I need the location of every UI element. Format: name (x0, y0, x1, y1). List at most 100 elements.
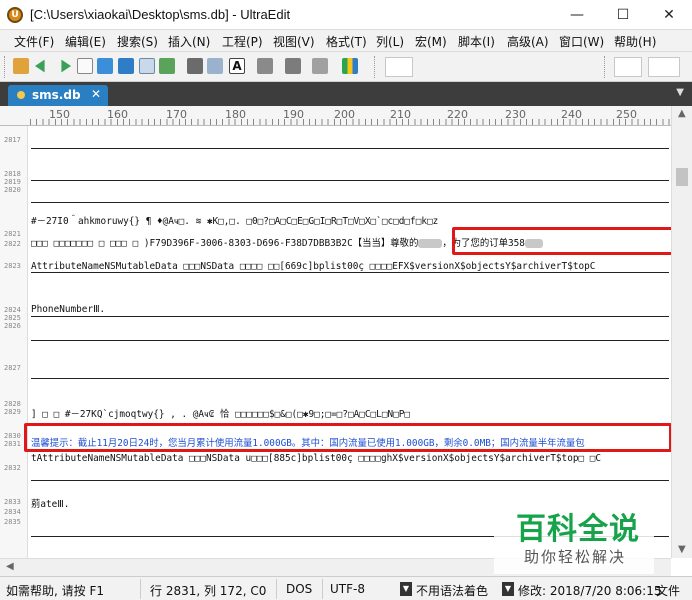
ruler-label: 240 (561, 108, 582, 121)
menu-help[interactable]: 帮助(H) (614, 33, 656, 50)
settings-icon[interactable] (312, 58, 328, 74)
content-line: #－27I0＾ahkmoruwy{} ¶ ♦@Aҹ□. ≋ ✱K□,□. □0□… (31, 216, 439, 227)
zoom-combo[interactable] (648, 57, 680, 77)
list-icon[interactable] (257, 58, 273, 74)
ruler-label: 220 (447, 108, 468, 121)
toolbar-grip-3[interactable] (604, 56, 608, 78)
maximize-button[interactable]: ☐ (600, 0, 646, 30)
line-number: 2822 (4, 240, 21, 248)
menu-file[interactable]: 文件(F) (14, 33, 54, 50)
line-number: 2825 (4, 314, 21, 322)
line-separator (31, 202, 669, 203)
content-line: tAttributeNameNSMutableData □□□NSData u□… (31, 453, 602, 464)
menu-script[interactable]: 脚本(I) (458, 33, 495, 50)
ruler-label: 250 (616, 108, 637, 121)
ultraedit-app-icon: U (7, 7, 23, 23)
status-line-ending[interactable]: DOS (286, 582, 312, 596)
menu-macro[interactable]: 宏(M) (415, 33, 447, 50)
vertical-scroll-thumb[interactable] (676, 168, 688, 186)
save-all-icon[interactable] (159, 58, 175, 74)
line-number: 2817 (4, 136, 21, 144)
vertical-scrollbar[interactable]: ▲ ▼ (671, 106, 692, 558)
size-combo[interactable] (614, 57, 642, 77)
tab-close-icon[interactable]: ✕ (91, 87, 101, 101)
close-button[interactable]: ✕ (646, 0, 692, 30)
line-number: 2818 (4, 170, 21, 178)
line-number: 2832 (4, 464, 21, 472)
ruler-label: 210 (390, 108, 411, 121)
minimize-button[interactable]: — (554, 0, 600, 30)
line-number: 2829 (4, 408, 21, 416)
open-folder-icon[interactable] (97, 58, 113, 74)
watermark-subtitle: 助你轻松解决 (524, 548, 627, 566)
forward-icon[interactable] (61, 59, 71, 73)
highlight-box-data-usage (24, 423, 671, 452)
menu-bar: 文件(F) 编辑(E) 搜索(S) 插入(N) 工程(P) 视图(V) 格式(T… (0, 30, 692, 52)
menu-column[interactable]: 列(L) (376, 33, 404, 50)
line-number: 2835 (4, 518, 21, 526)
menu-window[interactable]: 窗口(W) (559, 33, 604, 50)
menu-search[interactable]: 搜索(S) (117, 33, 158, 50)
line-number: 2830 (4, 432, 21, 440)
scroll-up-icon[interactable]: ▲ (678, 108, 686, 119)
status-divider (140, 579, 141, 599)
status-bar: 如需帮助, 请按 F1 行 2831, 列 172, C0 DOS UTF-8 … (0, 576, 692, 600)
modified-dropdown-icon[interactable]: ▼ (502, 582, 514, 596)
line-number: 2821 (4, 230, 21, 238)
menu-insert[interactable]: 插入(N) (168, 33, 210, 50)
new-file-icon[interactable] (77, 58, 93, 74)
ruler-label: 200 (334, 108, 355, 121)
list-format-icon[interactable] (285, 58, 301, 74)
column-mode-icon[interactable] (342, 58, 358, 74)
watermark-title: 百科全说 (516, 512, 640, 547)
tab-list-dropdown-icon[interactable]: ▼ (676, 87, 684, 98)
line-separator (31, 340, 669, 341)
editor-area[interactable]: 2817 2818 2819 2820 2821 2822 2823 2824 … (0, 126, 671, 558)
print-preview-icon[interactable] (207, 58, 223, 74)
syntax-dropdown-icon[interactable]: ▼ (400, 582, 412, 596)
line-separator (31, 378, 669, 379)
line-number: 2834 (4, 508, 21, 516)
menu-view[interactable]: 视图(V) (273, 33, 315, 50)
toolbar-grip-2[interactable] (374, 56, 378, 78)
new-icon[interactable] (13, 58, 29, 74)
tab-sms-db[interactable]: sms.db ✕ (8, 85, 108, 106)
ruler-label: 180 (225, 108, 246, 121)
ruler-label: 170 (166, 108, 187, 121)
menu-edit[interactable]: 编辑(E) (65, 33, 106, 50)
redacted-name (418, 239, 443, 248)
line-number: 2823 (4, 262, 21, 270)
folder-icon[interactable] (118, 58, 134, 74)
baike-watermark: 百科全说 助你轻松解决 (494, 498, 654, 574)
content-fragment: 【当当】尊敬的 (352, 238, 419, 249)
status-divider (322, 579, 323, 599)
column-ruler: 150 160 170 180 190 200 210 220 230 240 … (0, 106, 671, 126)
line-number: 2826 (4, 322, 21, 330)
status-divider (276, 579, 277, 599)
print-icon[interactable] (187, 58, 203, 74)
content-line: AttributeNameNSMutableData □□□NSData □□□… (31, 261, 596, 272)
status-encoding[interactable]: UTF-8 (330, 582, 365, 596)
toolbar-grip[interactable] (4, 56, 8, 78)
menu-advanced[interactable]: 高级(A) (507, 33, 549, 50)
tab-label: sms.db (32, 88, 81, 102)
toolbar: A (0, 52, 692, 82)
line-number: 2819 (4, 178, 21, 186)
scroll-left-icon[interactable]: ◀ (6, 561, 14, 572)
window-title: [C:\Users\xiaokai\Desktop\sms.db] - Ultr… (30, 7, 291, 22)
save-icon[interactable] (139, 58, 155, 74)
highlight-box-order-message (452, 227, 671, 255)
line-number: 2831 (4, 440, 21, 448)
line-separator (31, 180, 669, 181)
status-cursor-position[interactable]: 行 2831, 列 172, C0 (150, 582, 266, 599)
scroll-down-icon[interactable]: ▼ (678, 544, 686, 555)
title-bar: U [C:\Users\xiaokai\Desktop\sms.db] - Ul… (0, 0, 692, 30)
line-number: 2833 (4, 498, 21, 506)
menu-project[interactable]: 工程(P) (222, 33, 263, 50)
font-combo[interactable] (385, 57, 413, 77)
status-syntax-highlighting[interactable]: 不用语法着色 (416, 582, 488, 599)
menu-format[interactable]: 格式(T) (326, 33, 367, 50)
bold-icon[interactable]: A (229, 58, 245, 74)
back-icon[interactable] (35, 59, 45, 73)
line-separator (31, 316, 669, 317)
